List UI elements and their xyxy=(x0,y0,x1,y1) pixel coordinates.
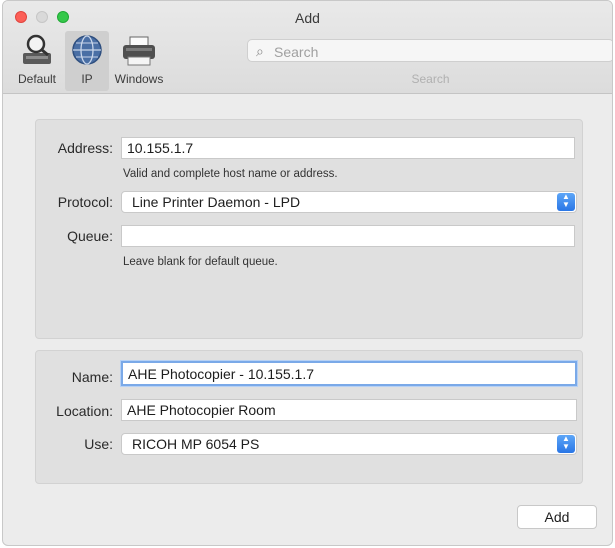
tab-default-label: Default xyxy=(17,72,57,86)
protocol-label: Protocol: xyxy=(57,194,113,210)
use-value: RICOH MP 6054 PS xyxy=(132,436,260,452)
popup-arrows-icon: ▲ ▼ xyxy=(557,193,575,211)
protocol-value: Line Printer Daemon - LPD xyxy=(132,194,301,210)
search-input[interactable] xyxy=(272,42,606,61)
add-printer-window: Add Default IP Windows ⌕ Search Search A… xyxy=(2,0,613,546)
location-field[interactable] xyxy=(121,399,577,421)
use-select[interactable]: RICOH MP 6054 PS ▲ ▼ xyxy=(121,433,577,455)
printer-icon xyxy=(123,36,155,66)
add-button[interactable]: Add xyxy=(517,505,597,529)
window-title: Add xyxy=(295,10,320,26)
popup-arrows-icon: ▲ ▼ xyxy=(557,435,575,453)
address-label: Address: xyxy=(57,140,113,156)
magnifier-printer-icon xyxy=(23,34,51,64)
name-field[interactable] xyxy=(121,361,577,386)
queue-label: Queue: xyxy=(67,228,113,244)
tab-ip[interactable]: IP xyxy=(65,31,109,91)
protocol-select[interactable]: Line Printer Daemon - LPD ▲ ▼ xyxy=(121,191,577,213)
address-field[interactable] xyxy=(121,137,575,159)
location-label: Location: xyxy=(56,403,113,419)
queue-hint: Leave blank for default queue. xyxy=(123,256,278,268)
tab-default[interactable]: Default xyxy=(11,31,63,91)
name-label: Name: xyxy=(71,369,113,385)
toolbar: Add Default IP Windows ⌕ Search Search xyxy=(3,1,612,94)
globe-icon xyxy=(72,35,102,65)
address-hint: Valid and complete host name or address. xyxy=(123,168,338,180)
search-field[interactable]: ⌕ xyxy=(247,39,612,62)
use-label: Use: xyxy=(84,436,113,452)
queue-field[interactable] xyxy=(121,225,575,247)
search-caption: Search xyxy=(411,72,450,86)
tab-ip-label: IP xyxy=(81,72,93,86)
tab-windows-label: Windows xyxy=(114,72,164,86)
tab-windows[interactable]: Windows xyxy=(109,31,169,91)
search-icon: ⌕ xyxy=(256,43,264,59)
